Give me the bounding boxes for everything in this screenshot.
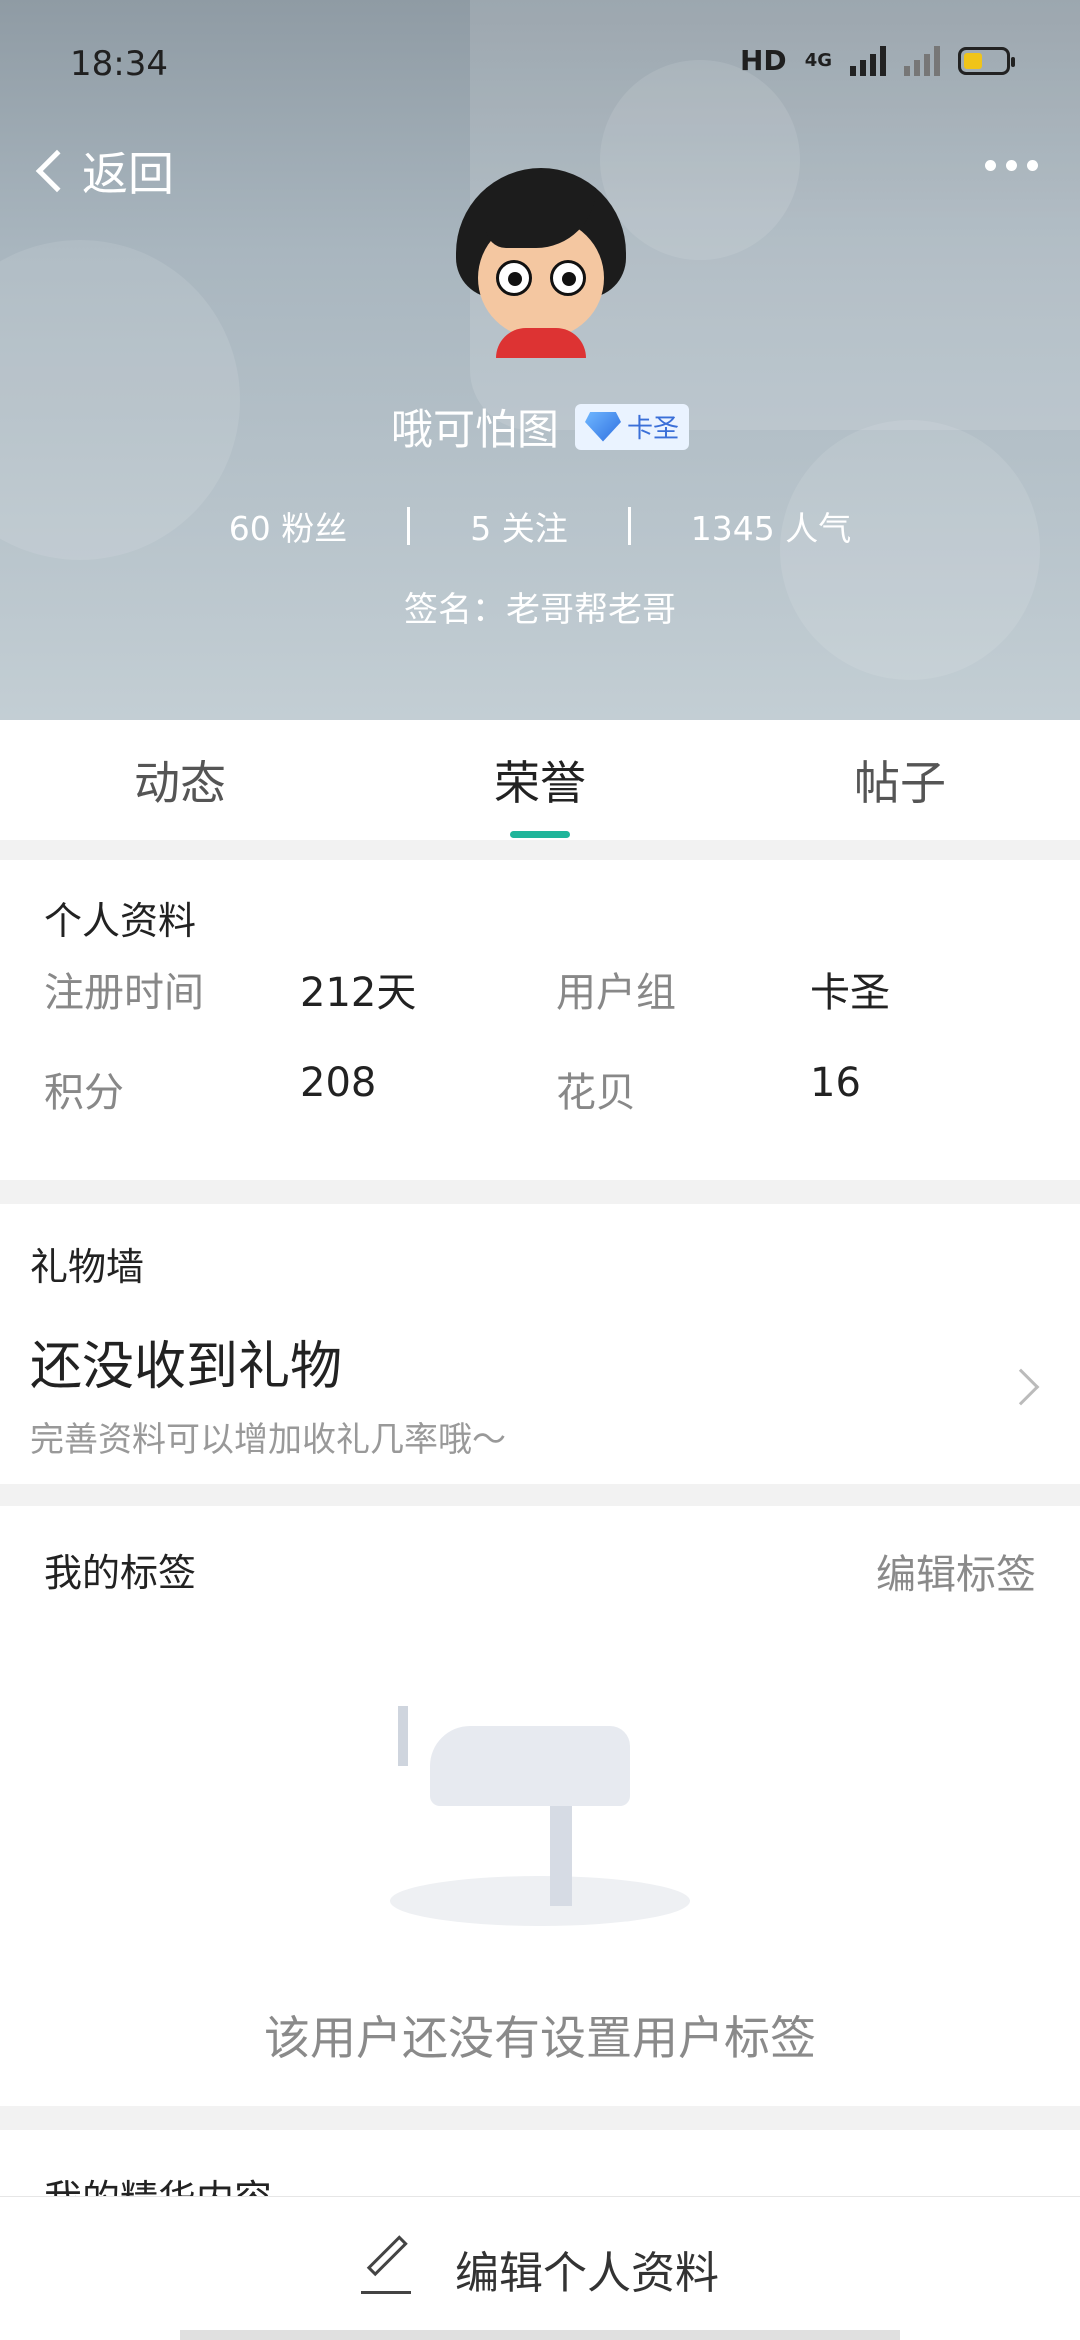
hd-indicator: HD xyxy=(740,44,787,77)
field-value: 卡圣 xyxy=(810,970,890,1016)
chevron-left-icon xyxy=(35,149,79,193)
popularity-count: 1345 人气 xyxy=(690,509,852,548)
pencil-icon xyxy=(361,2234,411,2294)
username: 哦可怕图 xyxy=(390,405,559,454)
edit-tags-button[interactable]: 编辑标签 xyxy=(876,1542,1036,1600)
active-tab-indicator xyxy=(510,831,570,838)
edit-profile-label: 编辑个人资料 xyxy=(455,2247,719,2299)
profile-info-card: 个人资料 注册时间 212天 用户组 卡圣 积分 208 花贝 16 xyxy=(0,860,1080,1180)
signal-icon xyxy=(850,45,886,76)
back-button[interactable]: 返回 xyxy=(28,138,174,204)
gift-headline: 还没收到礼物 xyxy=(30,1337,343,1397)
following-count[interactable]: 5 关注 xyxy=(470,502,568,550)
tab-posts[interactable]: 帖子 xyxy=(720,720,1080,840)
field-label: 注册时间 xyxy=(44,970,204,1016)
chevron-right-icon xyxy=(1002,1368,1040,1406)
gift-subtext: 完善资料可以增加收礼几率哦～ xyxy=(30,1420,506,1460)
fans-count[interactable]: 60 粉丝 xyxy=(229,502,347,550)
section-title: 我的标签 xyxy=(44,1551,197,1595)
tab-activity[interactable]: 动态 xyxy=(0,720,360,840)
field-value: 16 xyxy=(810,1060,861,1106)
back-label: 返回 xyxy=(82,147,174,201)
status-bar: 18:34 HD 4G xyxy=(0,0,1080,130)
avatar[interactable] xyxy=(456,168,626,358)
divider xyxy=(407,507,411,545)
field-value: 208 xyxy=(300,1060,377,1106)
battery-icon xyxy=(958,46,1015,75)
more-options-icon[interactable] xyxy=(985,160,1038,171)
status-time: 18:34 xyxy=(70,44,168,84)
empty-state-text: 该用户还没有设置用户标签 xyxy=(264,2011,816,2065)
tags-card: 我的标签 编辑标签 该用户还没有设置用户标签 xyxy=(0,1506,1080,2106)
profile-header: 18:34 HD 4G 返回 哦可怕图 卡圣 60 粉丝 5 关注 1345 人… xyxy=(0,0,1080,720)
tab-honors[interactable]: 荣誉 xyxy=(360,720,720,840)
empty-mailbox-icon xyxy=(380,1686,700,1936)
field-label: 用户组 xyxy=(556,970,676,1016)
field-label: 花贝 xyxy=(556,1070,636,1116)
gift-wall-card[interactable]: 礼物墙 还没收到礼物 完善资料可以增加收礼几率哦～ xyxy=(0,1204,1080,1484)
home-indicator xyxy=(180,2330,900,2340)
diamond-icon xyxy=(585,411,621,442)
user-level-badge: 卡圣 xyxy=(575,403,690,450)
field-value: 212天 xyxy=(300,970,417,1016)
section-title: 个人资料 xyxy=(44,899,197,943)
badge-label: 卡圣 xyxy=(627,414,680,444)
user-stats: 60 粉丝 5 关注 1345 人气 xyxy=(0,502,1080,550)
network-type: 4G xyxy=(804,50,832,71)
profile-page: 18:34 HD 4G 返回 哦可怕图 卡圣 60 粉丝 5 关注 1345 人… xyxy=(0,0,1080,2340)
signal-secondary-icon xyxy=(904,45,940,76)
user-signature: 签名：老哥帮老哥 xyxy=(404,590,676,630)
section-title: 礼物墙 xyxy=(30,1245,145,1289)
profile-tabs: 动态 荣誉 帖子 xyxy=(0,720,1080,840)
edit-profile-button[interactable]: 编辑个人资料 xyxy=(0,2196,1080,2340)
field-label: 积分 xyxy=(44,1070,124,1116)
divider xyxy=(627,507,631,545)
